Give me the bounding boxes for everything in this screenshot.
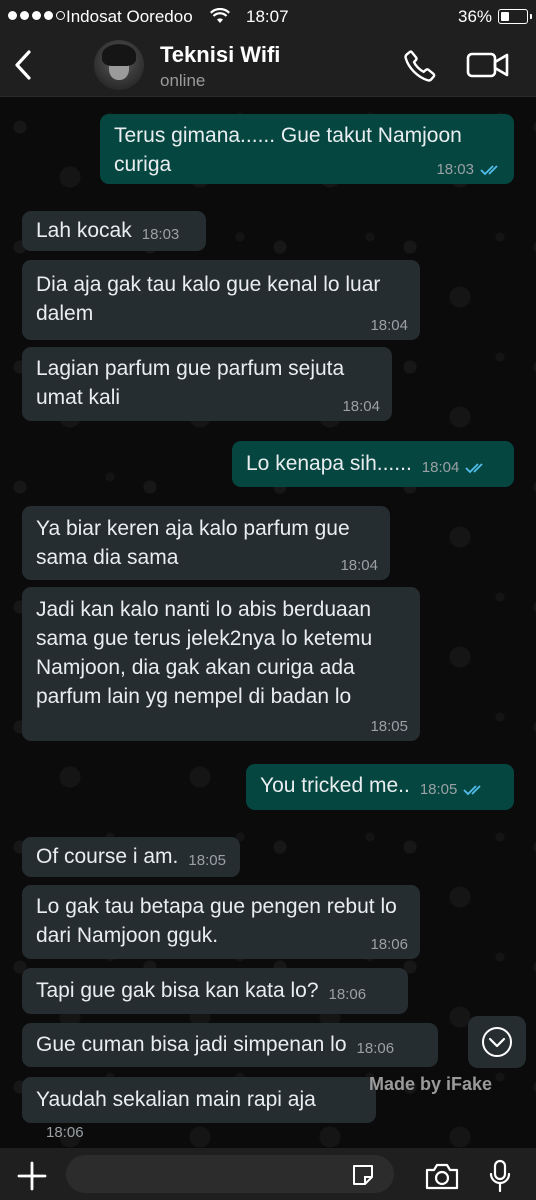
message-time: 18:03 xyxy=(141,226,180,243)
message-text: You tricked me.. 18:05 xyxy=(260,771,500,800)
chat-area[interactable]: Terus gimana...... Gue takut Namjoon cur… xyxy=(0,97,536,1148)
message-time: 18:03 xyxy=(436,161,474,178)
message-time: 18:04 xyxy=(342,398,380,415)
contact-status: online xyxy=(160,71,206,90)
message-incoming[interactable]: Lagian parfum gue parfum sejuta umat kal… xyxy=(22,347,392,421)
clock: 18:07 xyxy=(246,7,289,26)
message-meta: 18:04 xyxy=(422,460,488,476)
message-incoming[interactable]: Lah kocak 18:03 xyxy=(22,211,206,251)
battery-icon xyxy=(498,9,532,24)
message-meta: 18:05 xyxy=(420,782,486,798)
input-bar xyxy=(0,1148,536,1200)
chevron-left-icon[interactable] xyxy=(10,48,36,82)
chevron-down-circle-icon xyxy=(482,1027,512,1057)
message-time: 18:04 xyxy=(370,317,408,334)
message-text: Jadi kan kalo nanti lo abis berduaan sam… xyxy=(36,598,373,708)
message-time: 18:05 xyxy=(188,852,226,869)
message-text: Gue cuman bisa jadi simpenan lo 18:06 xyxy=(36,1033,395,1057)
read-receipt-icon xyxy=(463,785,481,796)
message-outgoing[interactable]: Lo kenapa sih...... 18:04 xyxy=(232,441,514,487)
carrier-name: Indosat Ooredoo xyxy=(66,7,193,26)
message-incoming[interactable]: Jadi kan kalo nanti lo abis berduaan sam… xyxy=(22,587,420,741)
video-camera-icon[interactable] xyxy=(466,50,510,80)
signal-strength-icon xyxy=(8,11,65,20)
scroll-down-button[interactable] xyxy=(468,1016,526,1068)
message-time: 18:06 xyxy=(356,1040,395,1057)
message-time: 18:06 xyxy=(328,986,367,1003)
plus-icon[interactable] xyxy=(16,1160,48,1192)
message-incoming[interactable]: Dia aja gak tau kalo gue kenal lo luar d… xyxy=(22,260,420,340)
camera-icon[interactable] xyxy=(424,1161,460,1191)
message-incoming[interactable]: Ya biar keren aja kalo parfum gue sama d… xyxy=(22,506,390,580)
chat-header: Teknisi Wifi online xyxy=(0,34,536,97)
message-incoming[interactable]: Gue cuman bisa jadi simpenan lo 18:06 xyxy=(22,1023,438,1067)
message-outgoing[interactable]: Terus gimana...... Gue takut Namjoon cur… xyxy=(100,114,514,184)
read-receipt-icon xyxy=(480,165,498,176)
avatar[interactable] xyxy=(94,40,144,90)
message-text: Tapi gue gak bisa kan kata lo? 18:06 xyxy=(36,979,367,1003)
status-bar: Indosat Ooredoo 18:07 36% xyxy=(0,0,536,34)
battery-percent: 36% xyxy=(458,7,493,26)
message-text: Lah kocak 18:03 xyxy=(36,219,180,243)
message-time: 18:05 xyxy=(370,718,408,735)
message-incoming[interactable]: Lo gak tau betapa gue pengen rebut lo da… xyxy=(22,885,420,959)
phone-icon[interactable] xyxy=(402,48,438,84)
message-incoming[interactable]: Tapi gue gak bisa kan kata lo? 18:06 xyxy=(22,968,408,1014)
read-receipt-icon xyxy=(465,463,483,474)
watermark: Made by iFake xyxy=(369,1074,493,1094)
sticker-icon[interactable] xyxy=(350,1162,376,1188)
message-incoming[interactable]: Of course i am. 18:05 xyxy=(22,837,240,877)
message-time: 18:06 xyxy=(370,936,408,953)
message-text: Lo gak tau betapa gue pengen rebut lo da… xyxy=(36,895,397,947)
message-text: Of course i am. 18:05 xyxy=(36,845,226,869)
message-time: 18:04 xyxy=(340,557,378,574)
wifi-icon xyxy=(210,8,230,23)
message-outgoing[interactable]: You tricked me.. 18:05 xyxy=(246,764,514,810)
message-incoming[interactable]: Yaudah sekalian main rapi aja18:06 xyxy=(22,1077,376,1141)
message-text: Lo kenapa sih...... 18:04 xyxy=(246,449,500,478)
message-text: Yaudah sekalian main rapi aja18:06 xyxy=(36,1088,316,1141)
message-text: Ya biar keren aja kalo parfum gue sama d… xyxy=(36,517,350,569)
message-text: Dia aja gak tau kalo gue kenal lo luar d… xyxy=(36,273,381,325)
contact-name[interactable]: Teknisi Wifi xyxy=(160,42,280,68)
microphone-icon[interactable] xyxy=(488,1159,512,1193)
message-text: Lagian parfum gue parfum sejuta umat kal… xyxy=(36,357,345,409)
message-meta: 18:03 xyxy=(436,162,502,178)
message-input[interactable] xyxy=(66,1155,394,1193)
message-time: 18:06 xyxy=(46,1124,84,1141)
